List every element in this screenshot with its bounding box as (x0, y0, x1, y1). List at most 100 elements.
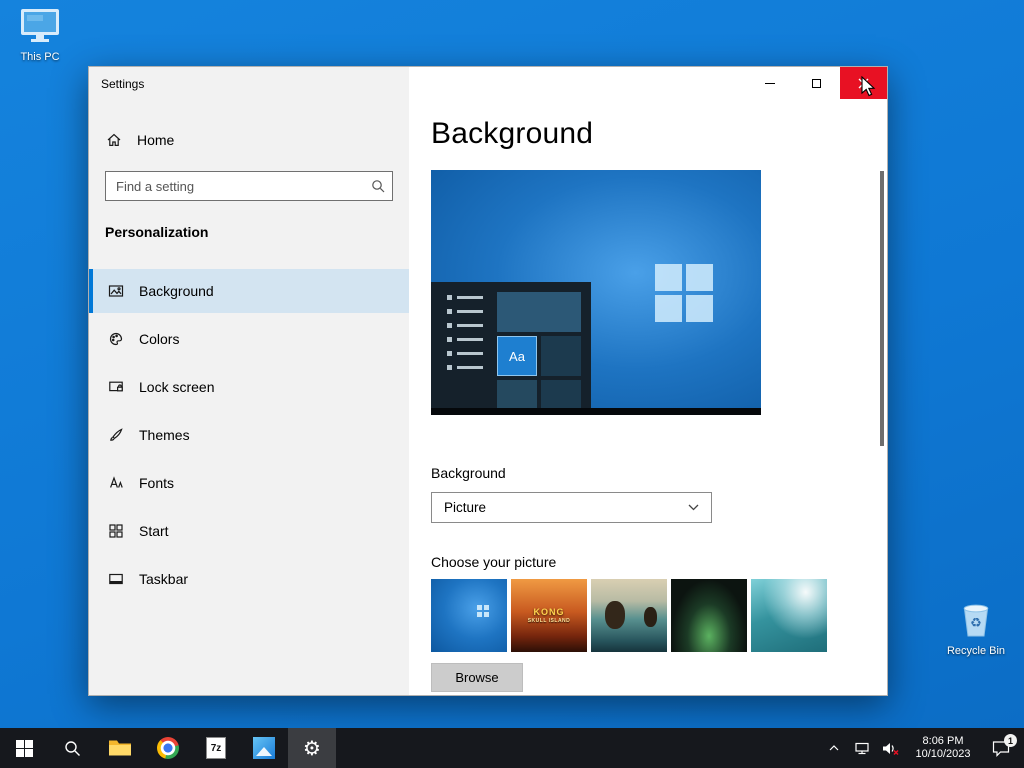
desktop-icon-recycle-bin[interactable]: ♻ Recycle Bin (944, 598, 1008, 657)
selected-accent-bar (89, 269, 93, 313)
sidebar-item-themes[interactable]: Themes (89, 413, 409, 457)
notification-badge: 1 (1004, 734, 1017, 747)
close-button[interactable] (840, 67, 887, 99)
7zip-icon: 7z (206, 737, 226, 759)
minimize-icon (764, 82, 775, 84)
preview-tiles: Aa (497, 292, 581, 408)
system-tray: 8:06 PM 10/10/2023 1 (822, 728, 1024, 768)
preview-start-menu: Aa (431, 282, 591, 408)
sidebar-item-taskbar[interactable]: Taskbar (89, 557, 409, 601)
sidebar-nav: Background Colors Lock screen Themes Fon… (89, 269, 409, 605)
background-type-label: Background (431, 465, 506, 481)
desktop: This PC ♻ Recycle Bin Settings Home Find… (0, 0, 1024, 768)
thumbnail-night-aurora[interactable] (671, 579, 747, 652)
network-icon (855, 742, 869, 754)
volume-icon (882, 742, 898, 755)
settings-window: Settings Home Personalization (88, 66, 888, 696)
taskbar: 7z ⚙ 8:06 PM 10/10/2023 1 (0, 728, 1024, 768)
sidebar-item-start[interactable]: Start (89, 509, 409, 553)
show-hidden-icons-button[interactable] (822, 728, 846, 768)
sidebar-item-background[interactable]: Background (89, 269, 409, 313)
start-button[interactable] (0, 728, 48, 768)
sidebar-item-label: Taskbar (139, 571, 189, 587)
network-tray-button[interactable] (850, 728, 874, 768)
taskbar-settings-button[interactable]: ⚙ (288, 728, 336, 768)
chevron-down-icon (688, 504, 699, 511)
sidebar-item-label: Start (139, 523, 169, 539)
sidebar-item-label: Themes (139, 427, 190, 443)
gear-icon: ⚙ (303, 736, 321, 760)
lock-screen-icon (107, 379, 125, 395)
taskbar-search-button[interactable] (48, 728, 96, 768)
preview-taskbar (431, 408, 761, 415)
sidebar-item-lock-screen[interactable]: Lock screen (89, 365, 409, 409)
sidebar-item-label: Colors (139, 331, 180, 347)
sidebar-item-label: Background (139, 283, 214, 299)
windows-logo-small (477, 605, 482, 610)
taskbar-7zip-button[interactable]: 7z (192, 728, 240, 768)
clock-time: 8:06 PM (922, 735, 964, 747)
taskbar-photos-button[interactable] (240, 728, 288, 768)
maximize-button[interactable] (793, 67, 840, 99)
background-icon (107, 283, 125, 299)
brush-icon (107, 427, 125, 443)
browse-button[interactable]: Browse (431, 663, 523, 692)
windows-logo (655, 264, 713, 322)
sidebar-item-colors[interactable]: Colors (89, 317, 409, 361)
sidebar-item-label: Fonts (139, 475, 175, 491)
choose-picture-label: Choose your picture (431, 554, 557, 570)
this-pc-label: This PC (20, 51, 60, 63)
page-title: Background (431, 117, 594, 150)
file-explorer-icon (109, 740, 131, 756)
kong-title-text: KONG (533, 607, 565, 617)
taskbar-chrome-button[interactable] (144, 728, 192, 768)
home-icon (105, 132, 123, 148)
sidebar-item-label: Lock screen (139, 379, 215, 395)
thumbnail-kong-skull-island[interactable]: KONG SKULL ISLAND (511, 579, 587, 652)
taskbar-file-explorer-button[interactable] (96, 728, 144, 768)
volume-tray-button[interactable] (878, 728, 902, 768)
window-title: Settings (101, 77, 145, 91)
close-icon (858, 78, 869, 88)
sidebar-item-fonts[interactable]: Fonts (89, 461, 409, 505)
clock-date: 10/10/2023 (915, 748, 971, 760)
action-center-button[interactable]: 1 (984, 728, 1018, 768)
preview-aa-tile: Aa (497, 336, 537, 376)
search-input[interactable] (106, 178, 364, 194)
background-preview: Aa (431, 170, 761, 415)
search-icon (64, 740, 80, 756)
thumbnail-windows-default[interactable] (431, 579, 507, 652)
taskbar-clock[interactable]: 8:06 PM 10/10/2023 (906, 735, 980, 761)
kong-subtitle-text: SKULL ISLAND (527, 618, 571, 624)
minimize-button[interactable] (746, 67, 793, 99)
desktop-icon-this-pc[interactable]: This PC (8, 8, 72, 63)
background-type-dropdown[interactable]: Picture (431, 492, 712, 523)
preview-menu-lines (447, 295, 483, 370)
scrollbar[interactable] (880, 171, 884, 446)
thumbnail-beach-rocks[interactable] (591, 579, 667, 652)
palette-icon (107, 331, 125, 347)
search-box (105, 171, 393, 201)
settings-main: Background Aa Background Picture Choose … (409, 67, 887, 695)
home-label: Home (137, 132, 175, 148)
chevron-up-icon (829, 745, 839, 751)
start-tiles-icon (107, 523, 125, 539)
windows-start-icon (15, 739, 33, 757)
window-controls (746, 67, 887, 99)
thumbnail-ocean-swimmer[interactable] (751, 579, 827, 652)
recycle-symbol: ♻ (970, 615, 982, 630)
chrome-icon (157, 737, 179, 759)
this-pc-icon (19, 8, 61, 49)
sidebar-item-home[interactable]: Home (105, 125, 395, 155)
recycle-bin-icon: ♻ (959, 598, 993, 643)
recycle-bin-label: Recycle Bin (946, 645, 1006, 657)
taskbar-icon (107, 571, 125, 587)
search-icon[interactable] (364, 179, 392, 193)
picture-thumbnails: KONG SKULL ISLAND (431, 579, 827, 652)
sidebar: Settings Home Personalization (89, 67, 409, 695)
fonts-icon (107, 475, 125, 491)
photos-icon (253, 737, 275, 759)
maximize-icon (812, 78, 821, 88)
sidebar-section-title: Personalization (105, 224, 209, 240)
dropdown-selected-value: Picture (444, 500, 487, 515)
